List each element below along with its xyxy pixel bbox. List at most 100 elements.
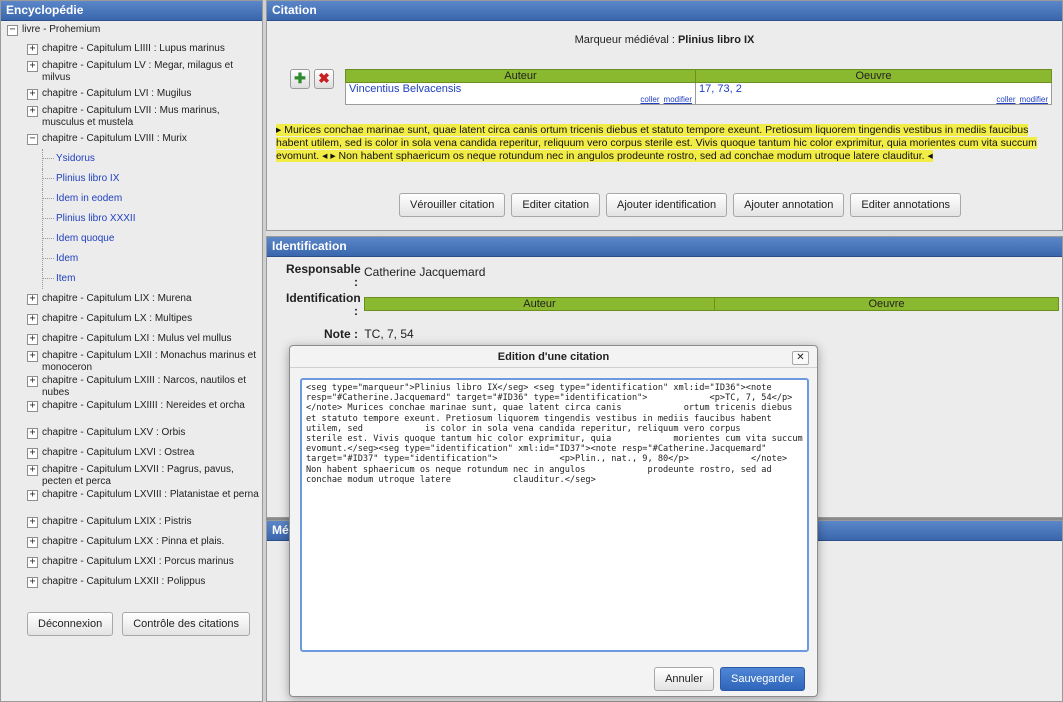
marqueur-line: Marqueur médiéval : Plinius libro IX bbox=[267, 34, 1062, 46]
expand-icon[interactable]: + bbox=[27, 537, 38, 548]
dialog-title: Edition d'une citation bbox=[290, 346, 817, 368]
expand-icon[interactable]: + bbox=[27, 517, 38, 528]
note-row: Note : TC, 7, 54 bbox=[286, 327, 414, 341]
tree-chapter-open[interactable]: − chapitre - Capitulum LVIII : Murix bbox=[27, 129, 262, 149]
tree-chapter-label: chapitre - Capitulum LVIII : Murix bbox=[42, 133, 187, 144]
control-citations-button[interactable]: Contrôle des citations bbox=[122, 612, 250, 636]
encyclopedie-tree: − livre - Prohemium + chapitre - Capitulu… bbox=[1, 21, 262, 592]
tree-leaf[interactable]: Idem in eodem bbox=[42, 189, 262, 209]
expand-icon[interactable]: + bbox=[27, 448, 38, 459]
expand-icon[interactable]: + bbox=[27, 294, 38, 305]
tree-chapter[interactable]: + chapitre - Capitulum LXX : Pinna et pla… bbox=[27, 532, 262, 552]
oeuvre-value[interactable]: 17, 73, 2 bbox=[699, 83, 742, 95]
edit-citation-button[interactable]: Editer citation bbox=[511, 193, 601, 217]
encyclopedie-header: Encyclopédie bbox=[1, 1, 262, 21]
expand-icon[interactable]: + bbox=[27, 401, 38, 412]
tree-chapter[interactable]: + chapitre - Capitulum LXIII : Narcos, na… bbox=[27, 374, 262, 399]
tree-chapter-label: chapitre - Capitulum LXII : Monachus mar… bbox=[42, 350, 256, 373]
citation-panel: Citation Marqueur médiéval : Plinius lib… bbox=[266, 0, 1063, 231]
coller-link[interactable]: coller bbox=[996, 95, 1015, 104]
tree-chapter[interactable]: + chapitre - Capitulum LXXII : Polippus bbox=[27, 572, 262, 592]
coller-link[interactable]: coller bbox=[640, 95, 659, 104]
expand-icon[interactable]: + bbox=[27, 106, 38, 117]
tree-chapter[interactable]: + chapitre - Capitulum LVII : Mus marinus… bbox=[27, 104, 262, 129]
modifier-link[interactable]: modifier bbox=[664, 95, 692, 104]
encyclopedie-panel: Encyclopédie − livre - Prohemium + chapit… bbox=[0, 0, 263, 702]
edit-annotations-button[interactable]: Editer annotations bbox=[850, 193, 962, 217]
delete-icon[interactable]: ✖ bbox=[314, 69, 334, 89]
cancel-button[interactable]: Annuler bbox=[654, 667, 714, 691]
responsable-row: Responsable: bbox=[286, 262, 361, 289]
tree-leaf[interactable]: Plinius libro IX bbox=[42, 169, 262, 189]
marqueur-label: Marqueur médiéval : bbox=[574, 34, 675, 46]
tree-leaf[interactable]: Ysidorus bbox=[42, 149, 262, 169]
expand-icon[interactable]: + bbox=[27, 89, 38, 100]
col-oeuvre: Oeuvre bbox=[714, 297, 1059, 311]
marqueur-value: Plinius libro IX bbox=[677, 34, 755, 46]
tree-leaf[interactable]: Item bbox=[42, 269, 262, 289]
expand-icon[interactable]: + bbox=[27, 376, 38, 387]
tree-leaf[interactable]: Idem quoque bbox=[42, 229, 262, 249]
collapse-icon[interactable]: − bbox=[27, 134, 38, 145]
add-annotation-button[interactable]: Ajouter annotation bbox=[733, 193, 845, 217]
tree-leaf-label: Plinius libro IX bbox=[56, 173, 120, 184]
lock-citation-button[interactable]: Vérouiller citation bbox=[399, 193, 506, 217]
tree-chapter-label: chapitre - Capitulum LV : Megar, milagus… bbox=[42, 60, 234, 83]
tree-leaf-label: Idem quoque bbox=[56, 233, 115, 244]
tree-leaf-label: Ysidorus bbox=[56, 153, 95, 164]
tree-chapter[interactable]: + chapitre - Capitulum LXVI : Ostrea bbox=[27, 443, 262, 463]
tree-chapter[interactable]: + chapitre - Capitulum LX : Multipes bbox=[27, 309, 262, 329]
collapse-icon[interactable]: − bbox=[7, 25, 18, 36]
tree-chapter[interactable]: + chapitre - Capitulum LIX : Murena bbox=[27, 289, 262, 309]
tree-connector bbox=[43, 157, 54, 159]
expand-icon[interactable]: + bbox=[27, 557, 38, 568]
tree-leaf-label: Plinius libro XXXII bbox=[56, 213, 136, 224]
tree-chapter[interactable]: + chapitre - Capitulum LXI : Mulus vel mu… bbox=[27, 329, 262, 349]
tree-leaf[interactable]: Plinius libro XXXII bbox=[42, 209, 262, 229]
responsable-label: Responsable: bbox=[286, 262, 361, 289]
note-value: TC, 7, 54 bbox=[364, 327, 414, 341]
col-auteur: Auteur bbox=[364, 297, 715, 311]
expand-icon[interactable]: + bbox=[27, 61, 38, 72]
tree-connector bbox=[43, 217, 54, 219]
tree-chapter[interactable]: + chapitre - Capitulum LXIX : Pistris bbox=[27, 512, 262, 532]
expand-icon[interactable]: + bbox=[27, 577, 38, 588]
citation-header: Citation bbox=[267, 1, 1062, 21]
tree-leaf[interactable]: Idem bbox=[42, 249, 262, 269]
close-icon[interactable]: ✕ bbox=[792, 351, 809, 365]
modifier-link[interactable]: modifier bbox=[1020, 95, 1048, 104]
tree-chapter[interactable]: + chapitre - Capitulum LXVIII : Platanist… bbox=[27, 488, 262, 512]
expand-icon[interactable]: + bbox=[27, 351, 38, 362]
tree-chapter[interactable]: + chapitre - Capitulum LXII : Monachus ma… bbox=[27, 349, 262, 374]
tree-root-label: livre - Prohemium bbox=[22, 24, 101, 35]
identification-table: Auteur Oeuvre bbox=[364, 297, 1059, 311]
add-identification-button[interactable]: Ajouter identification bbox=[606, 193, 728, 217]
tree-root[interactable]: − livre - Prohemium bbox=[7, 24, 262, 39]
tree-chapter[interactable]: + chapitre - Capitulum LVI : Mugilus bbox=[27, 84, 262, 104]
expand-icon[interactable]: + bbox=[27, 44, 38, 55]
tree-chapter-label: chapitre - Capitulum LX : Multipes bbox=[42, 313, 193, 324]
save-button[interactable]: Sauvegarder bbox=[720, 667, 805, 691]
tree-chapter[interactable]: + chapitre - Capitulum LXXI : Porcus mari… bbox=[27, 552, 262, 572]
expand-icon[interactable]: + bbox=[27, 490, 38, 501]
tree-chapter-label: chapitre - Capitulum LXIIII : Nereides e… bbox=[42, 400, 245, 411]
tree-chapter[interactable]: + chapitre - Capitulum LXIIII : Nereides … bbox=[27, 399, 262, 423]
tree-chapter[interactable]: + chapitre - Capitulum LXV : Orbis bbox=[27, 423, 262, 443]
tree-chapter-label: chapitre - Capitulum LXVI : Ostrea bbox=[42, 447, 195, 458]
tree-chapter[interactable]: + chapitre - Capitulum LIIII : Lupus mari… bbox=[27, 39, 262, 59]
expand-icon[interactable]: + bbox=[27, 314, 38, 325]
logout-button[interactable]: Déconnexion bbox=[27, 612, 114, 636]
auteur-value[interactable]: Vincentius Belvacensis bbox=[349, 83, 461, 95]
tree-chapter-label: chapitre - Capitulum LXVII : Pagrus, pav… bbox=[42, 464, 234, 487]
tree-chapter[interactable]: + chapitre - Capitulum LXVII : Pagrus, pa… bbox=[27, 463, 262, 488]
citation-author-table: Auteur Oeuvre Vincentius Belvacensis col… bbox=[345, 69, 1052, 105]
tree-chapter-label: chapitre - Capitulum LXI : Mulus vel mul… bbox=[42, 333, 232, 344]
citation-segment-2[interactable]: Non habent sphaericum os neque rotundum … bbox=[338, 150, 933, 162]
expand-icon[interactable]: + bbox=[27, 428, 38, 439]
citation-xml-editor[interactable]: <seg type="marqueur">Plinius libro IX</s… bbox=[300, 378, 809, 652]
add-icon[interactable]: ✚ bbox=[290, 69, 310, 89]
expand-icon[interactable]: + bbox=[27, 334, 38, 345]
tree-chapter[interactable]: + chapitre - Capitulum LV : Megar, milagu… bbox=[27, 59, 262, 84]
expand-icon[interactable]: + bbox=[27, 465, 38, 476]
edit-citation-dialog: Edition d'une citation ✕ <seg type="marq… bbox=[289, 345, 818, 697]
